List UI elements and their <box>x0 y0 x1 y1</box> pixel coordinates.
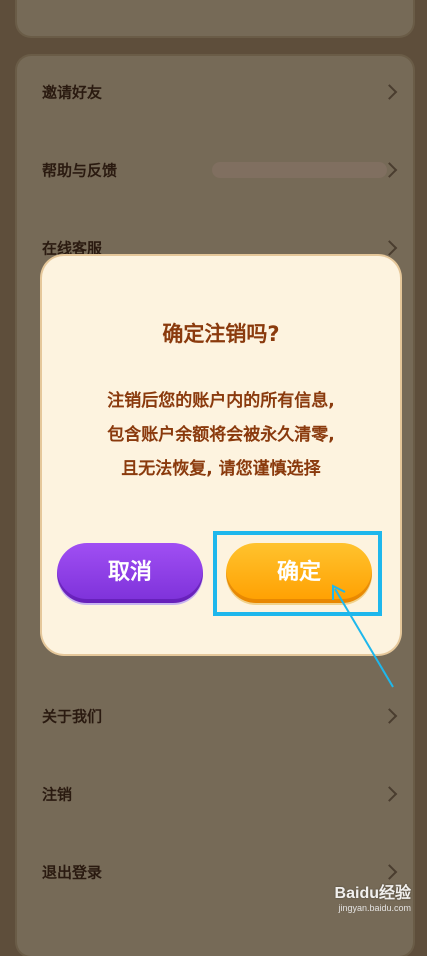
menu-item-help-feedback[interactable]: 帮助与反馈 <box>17 140 413 200</box>
chevron-right-icon <box>381 864 398 880</box>
menu-item-label: 退出登录 <box>42 863 103 882</box>
menu-item-label: 关于我们 <box>42 707 103 726</box>
highlight-box <box>213 531 382 616</box>
chevron-right-icon <box>381 240 398 256</box>
dialog-message-line: 包含账户余额将会被永久清零, <box>107 425 335 445</box>
menu-item-label: 邀请好友 <box>42 83 103 102</box>
menu-item-invite-friends[interactable]: 邀请好友 <box>17 62 413 122</box>
watermark-url: jingyan.baidu.com <box>338 903 411 913</box>
chevron-right-icon <box>381 84 398 100</box>
dialog-title: 确定注销吗? <box>162 322 280 346</box>
watermark: Baidu经验 jingyan.baidu.com <box>311 879 411 919</box>
dialog-message-line: 注销后您的账户内的所有信息, <box>107 391 335 411</box>
chevron-right-icon <box>381 708 398 724</box>
menu-item-label: 注销 <box>42 785 73 804</box>
top-card <box>17 0 413 36</box>
watermark-logo: Baidu经验 <box>334 885 411 902</box>
menu-item-about-us[interactable]: 关于我们 <box>17 686 413 746</box>
menu-item-deregister[interactable]: 注销 <box>17 764 413 824</box>
menu-item-label: 帮助与反馈 <box>42 161 118 180</box>
blurred-content <box>212 162 387 178</box>
cancel-button[interactable]: 取消 <box>57 543 203 603</box>
chevron-right-icon <box>381 786 398 802</box>
dialog-message-line: 且无法恢复, 请您谨慎选择 <box>121 459 321 479</box>
